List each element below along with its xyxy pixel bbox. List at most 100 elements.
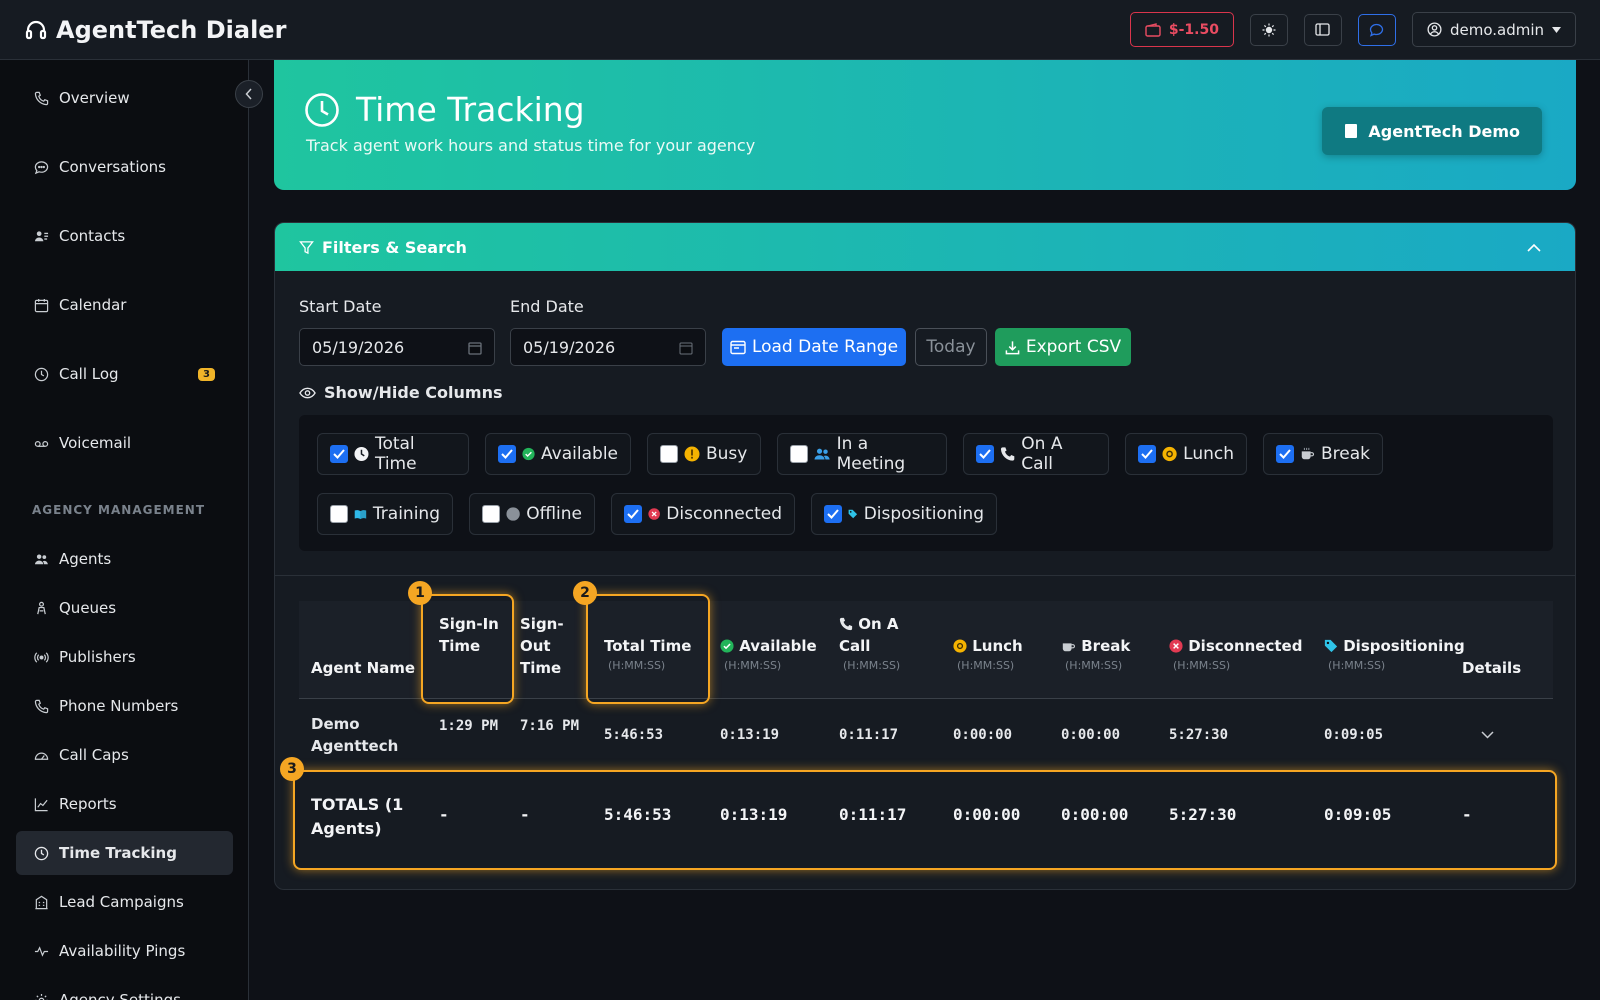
coffee-icon <box>1301 447 1314 460</box>
sidebar-item-label: Publishers <box>59 648 136 666</box>
checkbox-checked[interactable] <box>624 505 642 523</box>
calendar-icon[interactable] <box>468 341 482 355</box>
sidebar-item-call-caps[interactable]: Call Caps <box>16 733 233 777</box>
sidebar-item-agents[interactable]: Agents <box>16 537 233 581</box>
filters-panel-header[interactable]: Filters & Search <box>275 223 1575 271</box>
checkbox-unchecked[interactable] <box>482 505 500 523</box>
layout-toggle-button[interactable] <box>1303 13 1342 46</box>
header-unit: (H:MM:SS) <box>1328 659 1386 672</box>
queue-icon <box>37 601 46 614</box>
sidebar-item-label: Overview <box>59 89 130 107</box>
column-toggle-available[interactable]: Available <box>485 433 631 475</box>
chat-toggle-button[interactable] <box>1357 13 1396 46</box>
column-toggle-lunch[interactable]: Lunch <box>1125 433 1247 475</box>
chevron-up-icon[interactable] <box>1527 243 1541 252</box>
sidebar-item-calendar[interactable]: Calendar <box>16 283 233 327</box>
table-row[interactable]: Demo Agenttech 1:29 PM 7:16 PM 5:46:53 0… <box>299 699 1553 771</box>
end-date-input[interactable]: 05/19/2026 <box>510 328 706 366</box>
totals-disconnected: 5:27:30 <box>1169 805 1237 824</box>
sidebar-item-lead-campaigns[interactable]: Lead Campaigns <box>16 880 233 924</box>
header-on-a-call[interactable]: On A Call (H:MM:SS) <box>839 613 923 675</box>
agency-button-label: AgentTech Demo <box>1368 121 1520 141</box>
building-icon <box>35 895 48 909</box>
export-csv-button[interactable]: Export CSV <box>995 328 1131 366</box>
column-toggle-on-a-call[interactable]: On A Call <box>963 433 1109 475</box>
sidebar-item-time-tracking[interactable]: Time Tracking <box>16 831 233 875</box>
header-break[interactable]: Break (H:MM:SS) <box>1061 635 1130 675</box>
header-dispositioning[interactable]: Dispositioning (H:MM:SS) <box>1324 635 1465 675</box>
header-sign-in-time[interactable]: Sign-In Time <box>439 613 501 657</box>
totals-sign-in: - <box>439 805 449 824</box>
checkbox-checked[interactable] <box>824 505 842 523</box>
header-unit: (H:MM:SS) <box>1173 659 1231 672</box>
check-circle-icon <box>720 639 734 653</box>
sidebar-item-overview[interactable]: Overview <box>16 76 233 120</box>
building-icon <box>1345 124 1358 138</box>
x-circle-icon <box>648 508 660 520</box>
sidebar-item-label: Availability Pings <box>59 942 186 960</box>
header-available[interactable]: Available (H:MM:SS) <box>720 635 817 675</box>
sidebar-item-availability-pings[interactable]: Availability Pings <box>16 929 233 973</box>
sidebar-collapse-button[interactable] <box>235 80 263 108</box>
sidebar-item-label: Agents <box>59 550 112 568</box>
balance-value: $-1.50 <box>1168 21 1219 38</box>
checkbox-unchecked[interactable] <box>330 505 348 523</box>
header-disconnected[interactable]: Disconnected (H:MM:SS) <box>1169 635 1302 675</box>
download-icon <box>1005 340 1020 354</box>
sidebar-item-call-log[interactable]: Call Log 3 <box>16 352 233 396</box>
column-toggle-break[interactable]: Break <box>1263 433 1383 475</box>
today-button[interactable]: Today <box>915 328 987 366</box>
sidebar-item-voicemail[interactable]: Voicemail <box>16 421 233 465</box>
sidebar-item-phone-numbers[interactable]: Phone Numbers <box>16 684 233 728</box>
sidebar-item-publishers[interactable]: Publishers <box>16 635 233 679</box>
checkbox-checked[interactable] <box>1276 445 1294 463</box>
checkbox-checked[interactable] <box>330 445 348 463</box>
header-lunch[interactable]: Lunch (H:MM:SS) <box>953 635 1023 675</box>
column-toggle-offline[interactable]: Offline <box>469 493 595 535</box>
sidebar-item-agency-settings[interactable]: Agency Settings <box>16 978 233 1000</box>
start-date-input[interactable]: 05/19/2026 <box>299 328 495 366</box>
load-date-range-button[interactable]: Load Date Range <box>722 328 906 366</box>
totals-total-time: 5:46:53 <box>604 805 672 824</box>
totals-row: TOTALS (1 Agents) - - 5:46:53 0:13:19 0:… <box>299 771 1553 867</box>
checkbox-checked[interactable] <box>976 445 994 463</box>
agency-button[interactable]: AgentTech Demo <box>1322 107 1542 155</box>
column-toggle-in-a-meeting[interactable]: In a Meeting <box>777 433 947 475</box>
checkbox-unchecked[interactable] <box>790 445 808 463</box>
totals-label: TOTALS (1 Agents) <box>311 795 404 838</box>
balance-button[interactable]: $-1.50 <box>1129 12 1234 47</box>
checkbox-unchecked[interactable] <box>660 445 678 463</box>
column-label: Offline <box>526 504 582 524</box>
checkbox-checked[interactable] <box>1138 445 1156 463</box>
user-menu-button[interactable]: demo.admin <box>1411 12 1576 47</box>
cell-break: 0:00:00 <box>1061 727 1121 743</box>
sidebar-item-reports[interactable]: Reports <box>16 782 233 826</box>
checkbox-checked[interactable] <box>498 445 516 463</box>
end-date-value: 05/19/2026 <box>523 337 616 357</box>
highlight-marker-1: 1 <box>408 581 432 605</box>
app-brand[interactable]: AgentTech Dialer <box>24 16 286 44</box>
header-sign-out-time[interactable]: Sign-Out Time <box>520 613 582 679</box>
chevron-down-icon[interactable] <box>1481 731 1494 739</box>
theme-toggle-button[interactable] <box>1249 13 1288 46</box>
column-toggle-busy[interactable]: Busy <box>647 433 761 475</box>
show-hide-columns-heading: Show/Hide Columns <box>299 383 502 402</box>
column-toggle-disconnected[interactable]: Disconnected <box>611 493 795 535</box>
column-toggle-training[interactable]: Training <box>317 493 453 535</box>
sidebar-item-label: Conversations <box>59 158 166 176</box>
header-agent-name[interactable]: Agent Name <box>311 657 415 679</box>
sidebar-item-contacts[interactable]: Contacts <box>16 214 233 258</box>
header-label: Available <box>739 637 817 655</box>
column-toggle-dispositioning[interactable]: Dispositioning <box>811 493 997 535</box>
start-date-label: Start Date <box>299 297 382 316</box>
sidebar-item-conversations[interactable]: Conversations <box>16 145 233 189</box>
calendar-icon[interactable] <box>679 341 693 355</box>
header-label: Total Time <box>604 637 692 655</box>
sidebar-item-label: Call Caps <box>59 746 129 764</box>
page-title: Time Tracking <box>356 90 585 129</box>
phone-icon <box>34 699 49 713</box>
column-toggle-total-time[interactable]: Total Time <box>317 433 469 475</box>
tag-icon <box>848 509 858 519</box>
sidebar-item-queues[interactable]: Queues <box>16 586 233 630</box>
header-total-time[interactable]: Total Time (H:MM:SS) <box>604 635 691 675</box>
